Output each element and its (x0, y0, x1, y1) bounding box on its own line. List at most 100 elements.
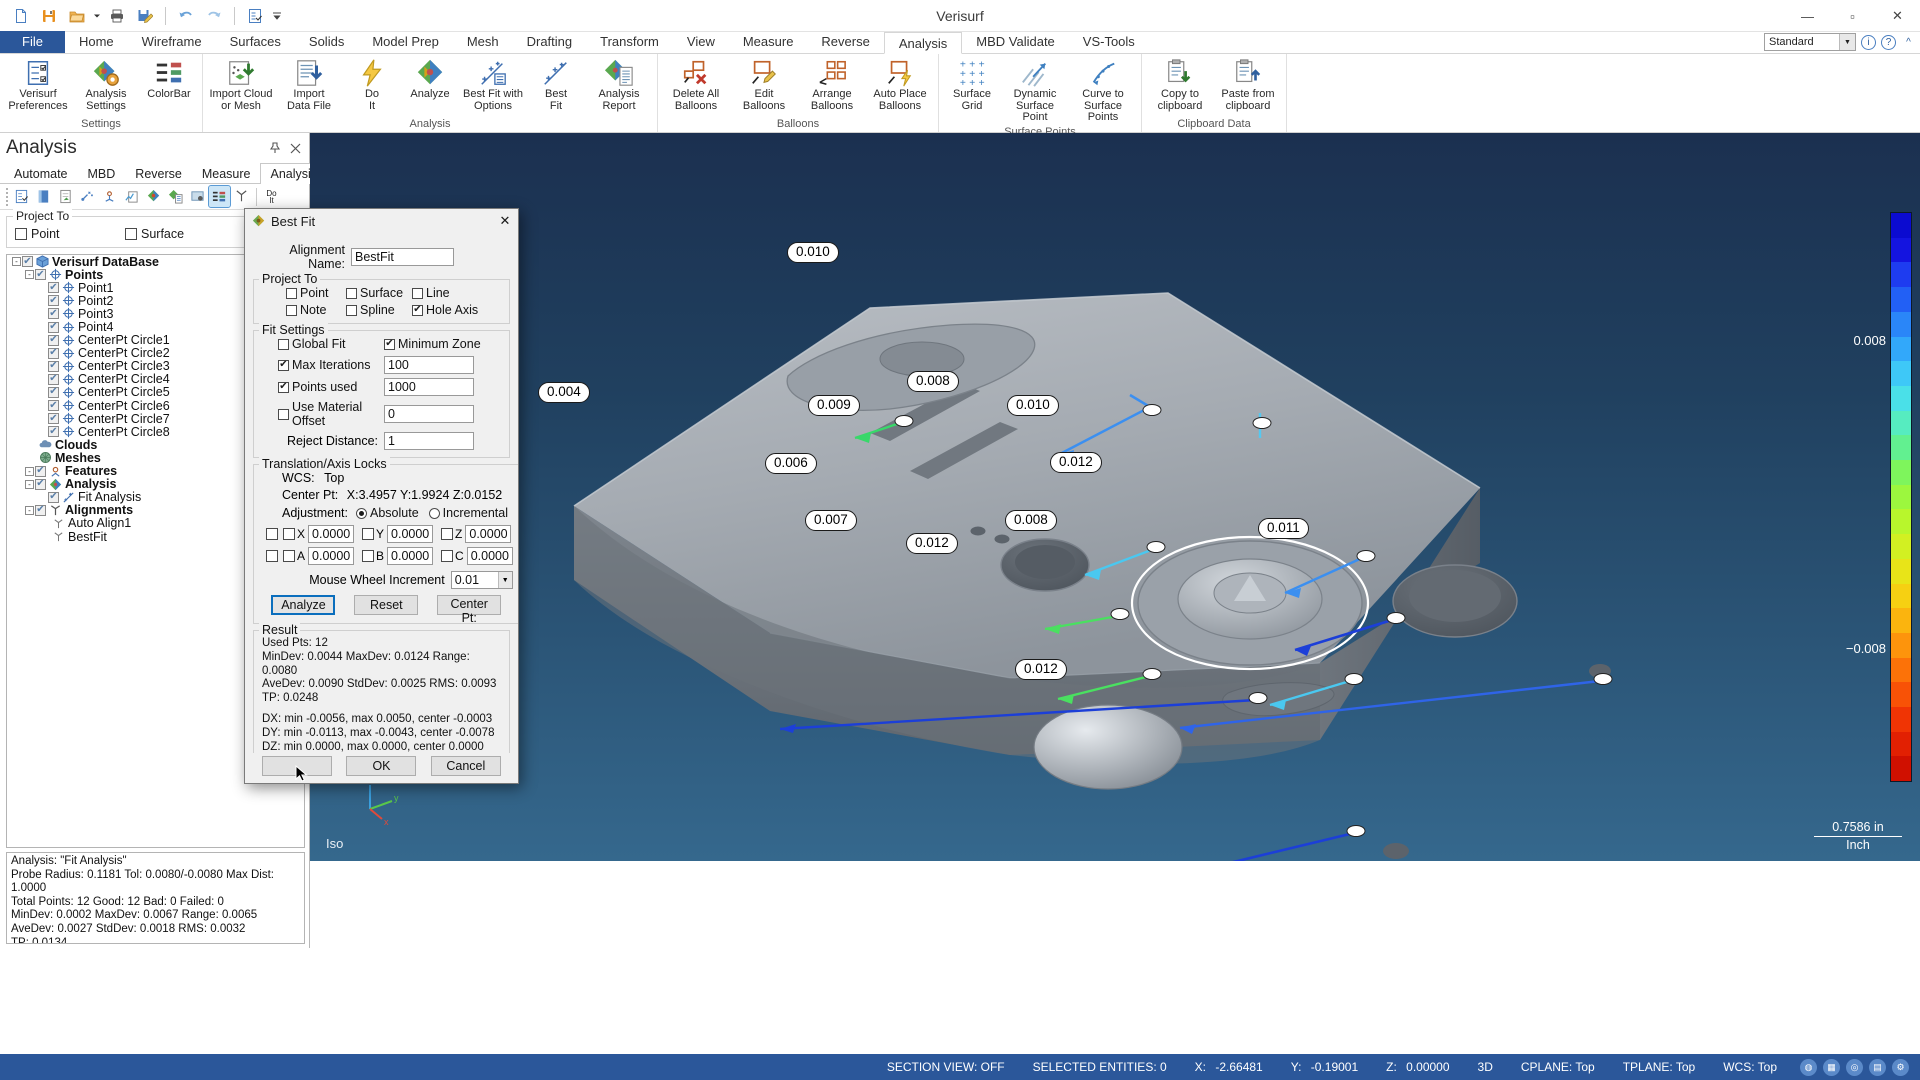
deviation-balloon[interactable]: 0.010 (787, 242, 839, 263)
tree-checkbox[interactable] (48, 373, 59, 385)
chevron-down-icon[interactable]: ▼ (497, 572, 512, 588)
tree-checkbox[interactable] (48, 308, 59, 320)
enable-checkbox-a[interactable] (283, 550, 295, 562)
checkbox[interactable] (278, 338, 289, 350)
3d-viewport[interactable]: z y x Iso 0.0100.0040.0090.0080.0100.006… (310, 133, 1920, 861)
checkbox[interactable] (286, 304, 297, 316)
analyze-button[interactable]: Analyze (271, 595, 336, 615)
auto-place-balloons-button[interactable]: Auto Place Balloons (866, 56, 934, 114)
ribbon-tab-vs-tools[interactable]: VS-Tools (1069, 31, 1149, 53)
tplane-status[interactable]: TPLANE: Top (1609, 1060, 1709, 1074)
panel-tab-reverse[interactable]: Reverse (125, 163, 192, 183)
checkbox[interactable] (15, 228, 27, 240)
points-icon[interactable] (77, 186, 98, 207)
project-to-point[interactable]: Point (15, 227, 125, 241)
ribbon-tab-drafting[interactable]: Drafting (513, 31, 587, 53)
pin-icon[interactable] (267, 140, 283, 156)
points-used-checkbox[interactable]: Points used (278, 380, 384, 394)
tree-checkbox[interactable] (48, 491, 59, 503)
panel-tab-measure[interactable]: Measure (192, 163, 261, 183)
checkbox[interactable] (278, 359, 289, 371)
checklist-icon[interactable] (11, 186, 32, 207)
save-edit-icon[interactable] (132, 4, 158, 28)
project-to-surface[interactable]: Surface (125, 227, 184, 241)
model-canvas[interactable] (310, 133, 1920, 861)
grid-icon[interactable]: ▦ (1823, 1058, 1840, 1076)
ribbon-tab-view[interactable]: View (673, 31, 729, 53)
ribbon-tab-wireframe[interactable]: Wireframe (128, 31, 216, 53)
tree-expander[interactable]: - (24, 466, 35, 476)
tree-checkbox[interactable] (48, 360, 59, 372)
cancel-button[interactable]: Cancel (430, 756, 501, 776)
deviation-balloon[interactable]: 0.012 (906, 533, 958, 554)
points-used-input[interactable] (384, 378, 474, 396)
tree-checkbox[interactable] (48, 295, 59, 307)
ribbon-tab-mbd-validate[interactable]: MBD Validate (962, 31, 1069, 53)
tree-checkbox[interactable] (35, 504, 46, 516)
redo-icon[interactable] (201, 4, 227, 28)
tree-expander[interactable]: - (24, 505, 35, 515)
axis-input-c[interactable] (466, 547, 513, 565)
tree-checkbox[interactable] (35, 269, 46, 281)
alignment-name-input[interactable] (351, 248, 454, 266)
global-fit-checkbox[interactable]: Global Fit (278, 337, 384, 351)
enable-checkbox-y[interactable] (362, 528, 375, 540)
surface-grid-button[interactable]: + + + + + + + + + Surface Grid (943, 56, 1001, 114)
checklist-icon[interactable] (242, 4, 268, 28)
lock-checkbox-x[interactable] (266, 528, 278, 540)
tree-checkbox[interactable] (48, 400, 59, 412)
enable-checkbox-z[interactable] (441, 528, 454, 540)
analyze-report-icon[interactable] (165, 186, 186, 207)
minimum-zone-checkbox[interactable]: Minimum Zone (384, 337, 481, 351)
print-icon[interactable] (104, 4, 130, 28)
reject-distance-input[interactable] (384, 432, 474, 450)
checkbox[interactable] (278, 381, 289, 393)
axis-input-x[interactable] (308, 525, 355, 543)
arrange-balloons-button[interactable]: Arrange Balloons (798, 56, 866, 114)
save-icon[interactable] (36, 4, 62, 28)
settings-icon[interactable]: ⚙ (1892, 1058, 1909, 1076)
tree-checkbox[interactable] (48, 426, 59, 438)
axis-input-z[interactable] (465, 525, 512, 543)
import-data-file-button[interactable]: Import Data File (275, 56, 343, 114)
ribbon-tab-surfaces[interactable]: Surfaces (216, 31, 295, 53)
ribbon-tab-transform[interactable]: Transform (586, 31, 673, 53)
do-it-icon[interactable]: Do It (261, 186, 282, 207)
project-to-spline[interactable]: Spline (346, 303, 412, 317)
close-button[interactable]: ✕ (1875, 0, 1920, 32)
new-file-icon[interactable] (8, 4, 34, 28)
verisurf-preferences-button[interactable]: Verisurf Preferences (4, 56, 72, 114)
copy-to-clipboard-button[interactable]: Copy to clipboard (1146, 56, 1214, 114)
deviation-balloon[interactable]: 0.012 (1015, 659, 1067, 680)
checkbox[interactable] (346, 304, 357, 316)
use-material-offset-checkbox[interactable]: Use Material Offset (278, 400, 384, 428)
ribbon-tab-analysis[interactable]: Analysis (883, 32, 963, 54)
adjustment-incremental-radio[interactable]: Incremental (428, 506, 508, 520)
tree-checkbox[interactable] (48, 347, 59, 359)
analyze-icon[interactable] (143, 186, 164, 207)
standard-selector[interactable]: Standard ▼ (1764, 33, 1856, 51)
project-to-note[interactable]: Note (286, 303, 346, 317)
toolbar-grip[interactable] (4, 187, 10, 207)
chart-report-icon[interactable] (121, 186, 142, 207)
tree-expander[interactable]: - (24, 270, 35, 280)
checkbox[interactable] (125, 228, 137, 240)
layer-icon[interactable]: ▤ (1869, 1058, 1886, 1076)
project-to-line[interactable]: Line (412, 286, 450, 300)
axis-input-a[interactable] (308, 547, 355, 565)
info-icon[interactable]: i (1861, 34, 1876, 50)
axis-input-b[interactable] (387, 547, 434, 565)
section-view-status[interactable]: SECTION VIEW: OFF (873, 1060, 1019, 1074)
screenshot-icon[interactable] (187, 186, 208, 207)
deviation-balloon[interactable]: 0.007 (805, 510, 857, 531)
cplane-status[interactable]: CPLANE: Top (1507, 1060, 1609, 1074)
center-pt-button[interactable]: Center Pt: (437, 595, 502, 625)
checkbox[interactable] (412, 287, 423, 299)
deviation-balloon[interactable]: 0.011 (1258, 518, 1309, 539)
project-to-surface[interactable]: Surface (346, 286, 412, 300)
tree-checkbox[interactable] (48, 321, 59, 333)
colorbar-button[interactable]: ColorBar (140, 56, 198, 103)
checkbox[interactable] (384, 338, 395, 350)
tree-checkbox[interactable] (35, 465, 46, 477)
dialog-close-button[interactable]: ✕ (494, 211, 516, 230)
